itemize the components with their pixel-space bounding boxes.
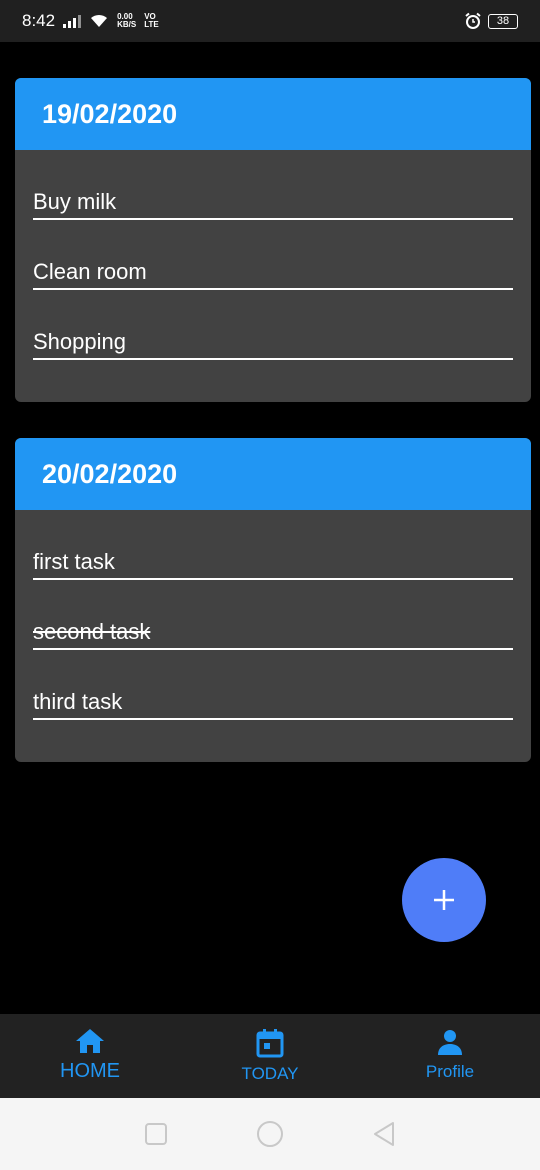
task-label: second task: [33, 619, 151, 644]
person-icon: [438, 1030, 462, 1055]
add-task-button[interactable]: [402, 858, 486, 942]
task-item[interactable]: Shopping: [33, 290, 513, 360]
alarm-icon: [465, 12, 481, 29]
task-underline: [33, 718, 513, 720]
system-navigation: [0, 1098, 540, 1170]
card-header: 20/02/2020: [15, 438, 531, 510]
nav-home-label: HOME: [60, 1060, 120, 1082]
card-header: 19/02/2020: [15, 78, 531, 150]
calendar-icon: [256, 1029, 284, 1058]
task-underline: [33, 358, 513, 360]
plus-icon: [434, 890, 454, 910]
net-speed: 0.00 KB/S: [117, 13, 136, 29]
task-item[interactable]: Clean room: [33, 220, 513, 290]
card-date: 19/02/2020: [42, 98, 178, 129]
status-time: 8:42: [22, 11, 56, 30]
task-label: third task: [33, 689, 123, 714]
status-right: 38: [464, 12, 518, 30]
bottom-navigation: HOME TODAY Profile: [0, 1014, 540, 1098]
home-icon: [76, 1029, 104, 1053]
nav-today[interactable]: TODAY: [180, 1014, 360, 1098]
task-item[interactable]: third task: [33, 650, 513, 720]
task-item-done[interactable]: second task: [33, 580, 513, 650]
net-speed-unit: KB/S: [117, 20, 137, 29]
task-label: first task: [33, 549, 115, 574]
task-item[interactable]: Buy milk: [33, 150, 513, 220]
task-card-1: 19/02/2020 Buy milk Clean room Shopping: [15, 78, 531, 402]
nav-profile[interactable]: Profile: [360, 1014, 540, 1098]
task-item[interactable]: first task: [33, 510, 513, 580]
back-icon[interactable]: [372, 1121, 396, 1147]
wifi-icon: [91, 14, 108, 27]
task-label: Buy milk: [33, 189, 117, 214]
signal-icon: [63, 14, 82, 28]
status-bar: 8:42 0.00 KB/S VO LTE 38: [0, 0, 540, 42]
recents-icon[interactable]: [144, 1122, 168, 1146]
network-bottom: LTE: [144, 20, 159, 29]
battery-indicator: 38: [488, 13, 518, 29]
nav-profile-label: Profile: [425, 1062, 475, 1081]
task-label: Clean room: [33, 259, 147, 284]
status-left: 8:42 0.00 KB/S VO LTE: [22, 11, 159, 31]
network-type: VO LTE: [144, 13, 159, 29]
nav-home[interactable]: HOME: [0, 1014, 180, 1098]
nav-today-label: TODAY: [241, 1064, 299, 1083]
task-label: Shopping: [33, 329, 126, 354]
home-circle-icon[interactable]: [256, 1120, 284, 1148]
task-card-2: 20/02/2020 first task second task third …: [15, 438, 531, 762]
card-date: 20/02/2020: [42, 458, 178, 489]
